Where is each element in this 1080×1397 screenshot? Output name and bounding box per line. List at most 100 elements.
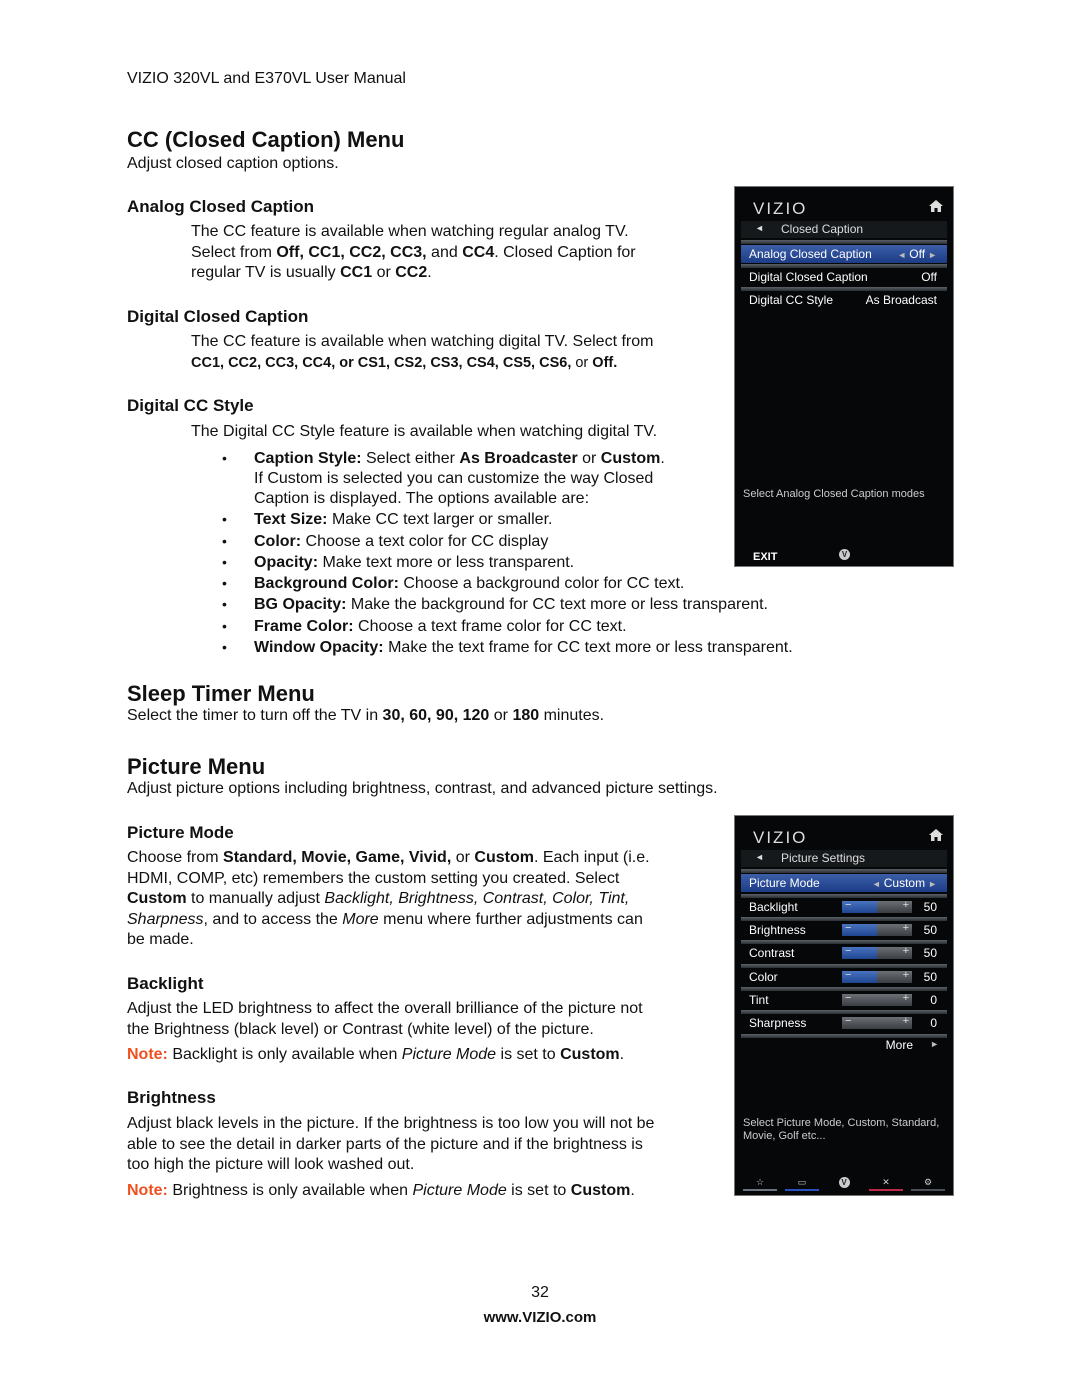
chevron-left-icon[interactable]: ◄: [872, 879, 881, 889]
value-slider[interactable]: − +: [842, 992, 912, 1006]
text-line: be made.: [127, 931, 194, 948]
chevron-left-icon[interactable]: ◄: [897, 250, 906, 260]
row-label: Picture Mode: [749, 876, 820, 890]
minus-icon[interactable]: −: [845, 1015, 851, 1027]
bullet-term: Color:: [254, 532, 302, 550]
plus-icon[interactable]: +: [903, 1015, 909, 1027]
star-icon[interactable]: ☆: [743, 1177, 777, 1191]
text-line: Custom to manually adjust Backlight, Bri…: [127, 889, 650, 910]
bold-text: Off.: [592, 354, 618, 371]
value-text: Custom: [883, 876, 926, 890]
menu-title: Picture Settings: [781, 851, 866, 865]
back-arrow-icon[interactable]: ◄: [755, 223, 764, 233]
chevron-right-icon[interactable]: ►: [930, 1039, 939, 1049]
bold-text: Custom: [560, 1046, 620, 1063]
text: . Closed Caption for: [494, 243, 636, 261]
text: is set to: [506, 1181, 571, 1199]
nav-glyph: ☆: [755, 1177, 765, 1187]
list-item: Text Size: Make CC text larger or smalle…: [222, 509, 793, 531]
row-value: As Broadcast: [865, 293, 937, 307]
nav-underline: [785, 1189, 819, 1191]
text: menu where further adjustments can: [378, 910, 643, 928]
value-slider[interactable]: − +: [842, 969, 912, 983]
picture-mode-heading: Picture Mode: [127, 823, 234, 842]
chevron-right-icon[interactable]: ►: [928, 250, 937, 260]
value-slider[interactable]: − +: [842, 1015, 912, 1029]
plus-icon[interactable]: +: [903, 922, 909, 934]
bullet-term: Window Opacity:: [254, 639, 384, 657]
minus-icon[interactable]: −: [845, 899, 851, 911]
menu-row-contrast[interactable]: Contrast − +50: [741, 944, 947, 962]
screen-icon[interactable]: ▭: [785, 1177, 819, 1191]
backlight-body: Adjust the LED brightness to affect the …: [127, 999, 643, 1066]
exit-button[interactable]: EXIT: [753, 551, 777, 563]
cc-menu-title: CC (Closed Caption) Menu: [127, 127, 405, 152]
bold-text: CC1, CC2, CC3, CC4, or CS1, CS2, CS3, CS…: [191, 354, 572, 371]
menu-row-picture-mode[interactable]: Picture Mode ◄ Custom ►: [741, 874, 947, 892]
plus-icon[interactable]: +: [903, 992, 909, 1004]
home-icon[interactable]: [929, 829, 943, 841]
text: Backlight is only available when: [167, 1046, 402, 1063]
chevron-right-icon[interactable]: ►: [928, 879, 937, 889]
value-slider[interactable]: − +: [842, 899, 912, 913]
row-label: Contrast: [749, 946, 795, 961]
menu-row-color[interactable]: Color − +50: [741, 968, 947, 986]
plus-icon[interactable]: +: [903, 899, 909, 911]
bullet-term: Opacity:: [254, 553, 319, 571]
menu-row-tint[interactable]: Tint − +0: [741, 991, 947, 1009]
value-slider[interactable]: − +: [842, 922, 912, 937]
menu-row-digital-cc-style[interactable]: Digital CC Style As Broadcast: [741, 291, 947, 309]
text-line: too high the picture will look washed ou…: [127, 1156, 415, 1173]
more-label: More: [885, 1038, 913, 1052]
analog-cc-line3: regular TV is usually CC1 or CC2.: [191, 263, 636, 284]
minus-icon[interactable]: −: [845, 969, 851, 981]
list-item: Opacity: Make text more or less transpar…: [222, 552, 793, 574]
vizio-v-icon[interactable]: V: [827, 1177, 861, 1191]
close-icon[interactable]: ✕: [869, 1177, 903, 1191]
row-label: Digital Closed Caption: [749, 270, 868, 284]
bold-text: CC2: [395, 264, 428, 281]
menu-row-digital-cc[interactable]: Digital Closed Caption Off: [741, 268, 947, 286]
list-item: Window Opacity: Make the text frame for …: [222, 637, 793, 659]
bold-text: CC1: [340, 264, 373, 281]
nav-glyph: ✕: [882, 1177, 890, 1187]
bold-text: 180: [512, 707, 540, 724]
row-label: Analog Closed Caption: [749, 247, 872, 261]
text: or: [451, 849, 475, 866]
back-arrow-icon[interactable]: ◄: [755, 852, 764, 862]
text: .: [630, 1181, 635, 1199]
list-item: Frame Color: Choose a text frame color f…: [222, 616, 793, 638]
digital-cc-body: The CC feature is available when watchin…: [191, 332, 653, 373]
bold-text: Custom: [474, 849, 534, 866]
italic-text: Picture Mode: [401, 1046, 497, 1063]
note-label: Note:: [127, 1181, 168, 1199]
menu-row-backlight[interactable]: Backlight − +50: [741, 898, 947, 916]
menu-row-analog-cc[interactable]: Analog Closed Caption ◄ Off ►: [741, 245, 947, 263]
nav-underline: [869, 1189, 903, 1191]
plus-icon[interactable]: +: [903, 969, 909, 981]
vizio-v-icon[interactable]: V: [839, 549, 850, 560]
menu-row-more[interactable]: More ►: [741, 1036, 947, 1054]
value-slider[interactable]: − +: [842, 945, 912, 960]
menu-row-sharpness[interactable]: Sharpness − +0: [741, 1014, 947, 1032]
minus-icon[interactable]: −: [845, 992, 851, 1004]
cc-style-options-list: Caption Style: Select either As Broadcas…: [222, 448, 793, 659]
list-item: Caption Style: Select either As Broadcas…: [222, 448, 793, 509]
gear-icon[interactable]: ⚙: [911, 1177, 945, 1191]
minus-icon[interactable]: −: [845, 945, 851, 957]
row-value: Off: [921, 270, 937, 284]
minus-icon[interactable]: −: [845, 922, 851, 934]
bold-text: Custom: [600, 450, 661, 467]
row-value: 50: [923, 900, 937, 914]
plus-icon[interactable]: +: [903, 945, 909, 957]
page-number: 32: [531, 1284, 549, 1301]
text: , and to access the: [203, 910, 343, 928]
text-line: Adjust the LED brightness to affect the …: [127, 1000, 643, 1017]
footer-url[interactable]: www.VIZIO.com: [0, 1309, 1080, 1326]
home-icon[interactable]: [929, 200, 943, 212]
row-value: ◄ Custom ►: [872, 876, 937, 890]
menu-title: Closed Caption: [781, 222, 864, 236]
menu-title-bar: ◄ Picture Settings: [741, 850, 947, 867]
menu-row-brightness[interactable]: Brightness − +50: [741, 921, 947, 939]
text: Make the text frame for CC text more or …: [383, 639, 793, 657]
